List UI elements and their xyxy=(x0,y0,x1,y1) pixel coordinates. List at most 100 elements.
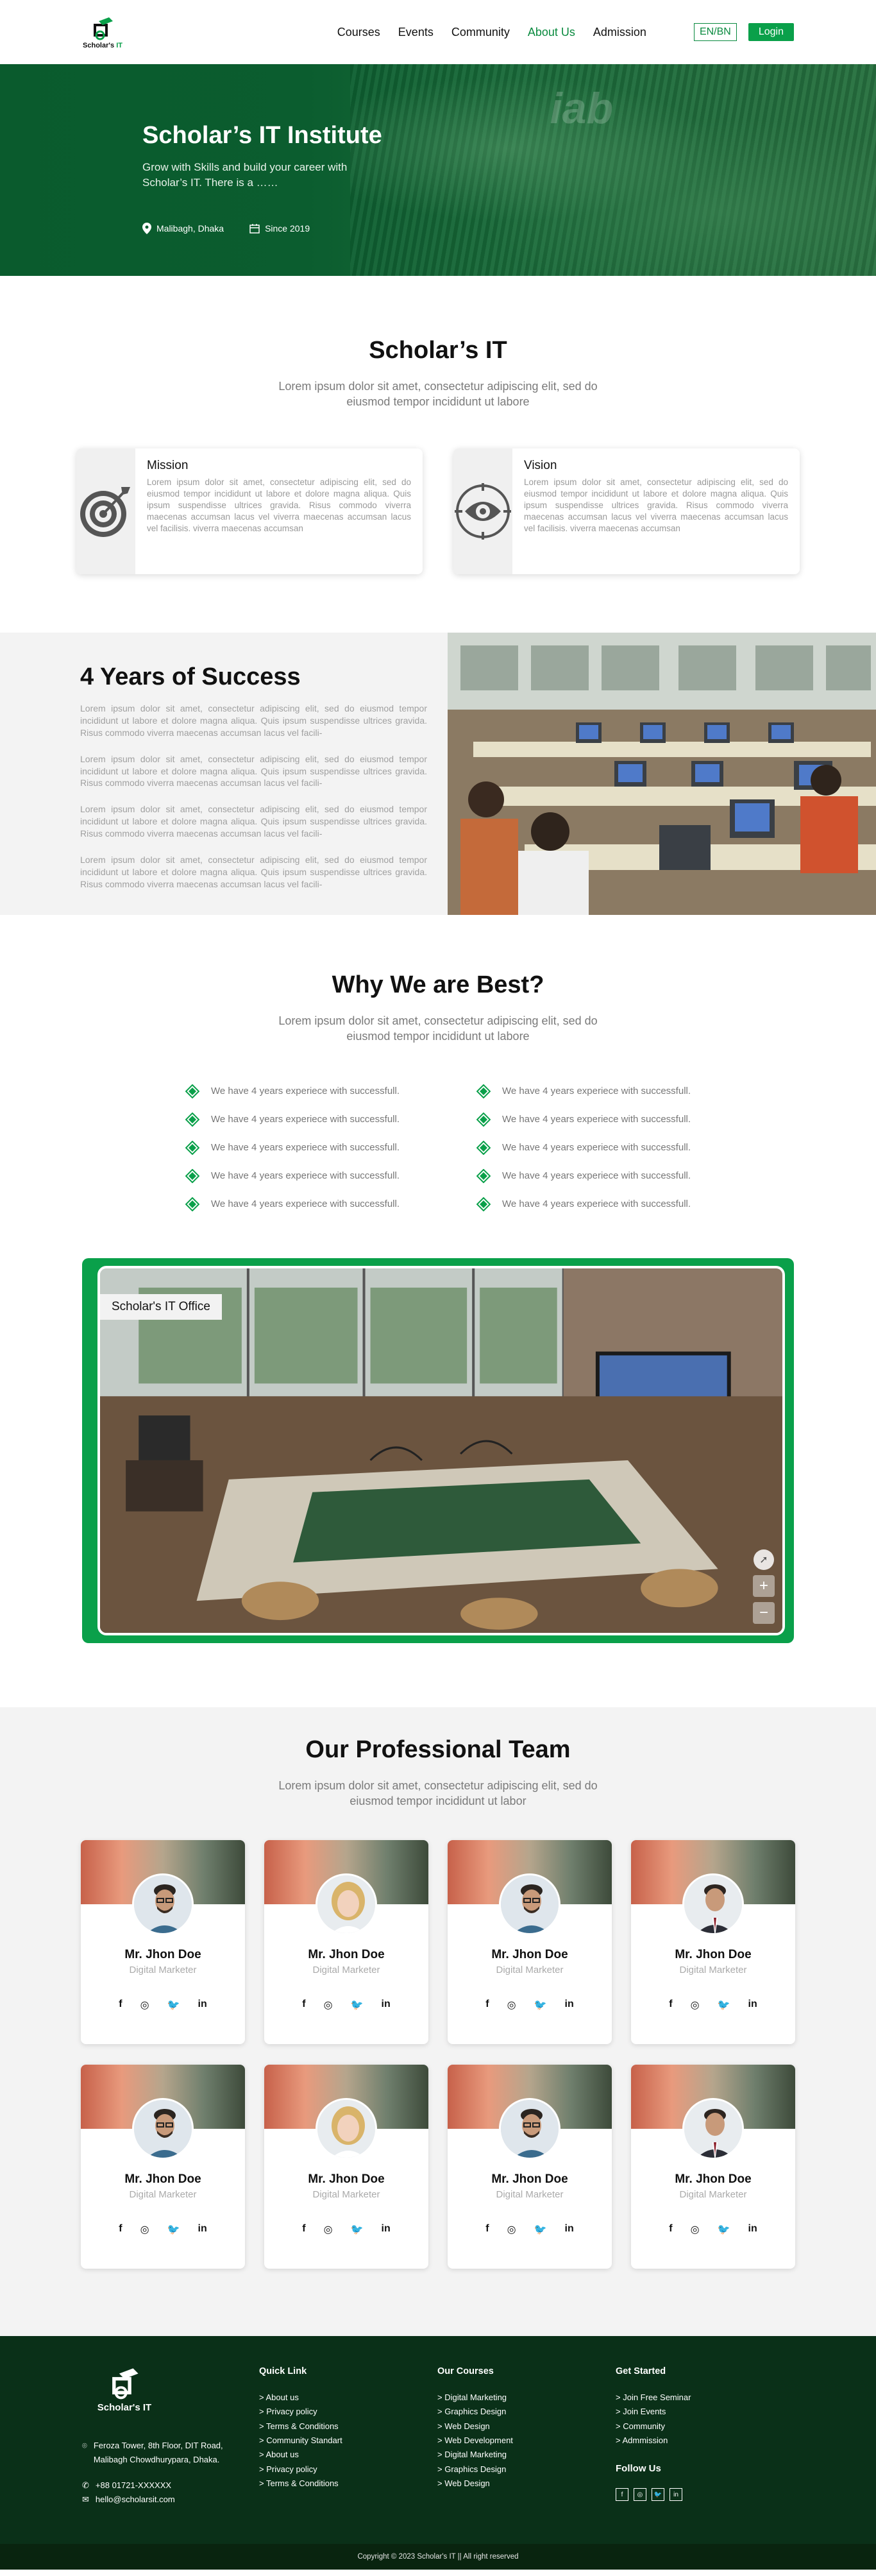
twitter-icon[interactable]: 🐦 xyxy=(534,2223,547,2236)
linkedin-icon[interactable]: in xyxy=(748,2223,757,2236)
mail-icon: ✉ xyxy=(82,2495,89,2505)
facebook-icon[interactable]: f xyxy=(616,2488,628,2502)
footer-link[interactable]: Graphics Design xyxy=(437,2405,616,2419)
instagram-icon[interactable]: ◎ xyxy=(691,1999,700,2011)
footer-link[interactable]: Digital Marketing xyxy=(437,2391,616,2405)
facebook-icon[interactable]: f xyxy=(485,1999,489,2011)
diamond-check-icon xyxy=(185,1168,199,1183)
team-member-name: Mr. Jhon Doe xyxy=(491,2172,568,2186)
linkedin-icon[interactable]: in xyxy=(565,1999,574,2011)
footer-link[interactable]: Terms & Conditions xyxy=(259,2419,437,2434)
zoom-in-button[interactable]: + xyxy=(753,1575,775,1597)
footer-link[interactable]: Web Development xyxy=(437,2434,616,2448)
list-item-text: We have 4 years experiece with successfu… xyxy=(210,1198,400,1210)
team-member-card: Mr. Jhon Doe Digital Marketer f ◎ 🐦 in xyxy=(448,2064,612,2269)
linkedin-icon[interactable]: in xyxy=(748,1999,757,2011)
footer-link[interactable]: Graphics Design xyxy=(437,2462,616,2477)
nav-link-about-us[interactable]: About Us xyxy=(528,26,575,39)
diamond-check-icon xyxy=(476,1140,491,1155)
twitter-icon[interactable]: 🐦 xyxy=(351,1999,364,2011)
language-toggle-button[interactable]: EN/BN xyxy=(693,23,737,41)
team-member-name: Mr. Jhon Doe xyxy=(675,1947,752,1961)
facebook-icon[interactable]: f xyxy=(119,2223,122,2236)
facebook-icon[interactable]: f xyxy=(302,2223,305,2236)
footer-phone[interactable]: ✆ +88 01721-XXXXXX xyxy=(82,2478,259,2493)
footer-link[interactable]: Privacy policy xyxy=(259,2405,437,2419)
linkedin-icon[interactable]: in xyxy=(198,2223,207,2236)
get-started-heading: Get Started xyxy=(616,2366,666,2376)
office-illustration xyxy=(100,1268,782,1633)
facebook-icon[interactable]: f xyxy=(669,1999,672,2011)
instagram-icon[interactable]: ◎ xyxy=(634,2488,646,2502)
facebook-icon[interactable]: f xyxy=(669,2223,672,2236)
get-started-list: Join Free SeminarJoin EventsCommunityAdm… xyxy=(616,2391,776,2448)
twitter-icon[interactable]: 🐦 xyxy=(167,1999,180,2011)
linkedin-icon[interactable]: in xyxy=(382,2223,391,2236)
linkedin-icon[interactable]: in xyxy=(565,2223,574,2236)
footer-link[interactable]: Admmission xyxy=(616,2434,776,2448)
footer-link[interactable]: Privacy policy xyxy=(259,2462,437,2477)
footer-logo[interactable]: Scholar's IT xyxy=(94,2365,155,2413)
instagram-icon[interactable]: ◎ xyxy=(507,1999,516,2011)
avatar xyxy=(132,2097,194,2160)
twitter-icon[interactable]: 🐦 xyxy=(652,2488,664,2502)
follow-us-heading: Follow Us xyxy=(616,2463,661,2475)
twitter-icon[interactable]: 🐦 xyxy=(718,2223,730,2236)
avatar xyxy=(499,1873,560,1935)
compass-icon[interactable]: ➚ xyxy=(754,1549,774,1570)
instagram-icon[interactable]: ◎ xyxy=(691,2223,700,2236)
about-subtitle: Lorem ipsum dolor sit amet, consectetur … xyxy=(278,380,598,409)
why-list-right: We have 4 years experiece with successfu… xyxy=(476,1084,691,1211)
nav-link-courses[interactable]: Courses xyxy=(337,26,380,39)
logo[interactable]: Scholar's IT xyxy=(82,15,123,49)
login-button[interactable]: Login xyxy=(748,23,794,41)
view-controls: ➚ + − xyxy=(753,1549,775,1624)
zoom-out-button[interactable]: − xyxy=(753,1602,775,1624)
footer-link[interactable]: Digital Marketing xyxy=(437,2448,616,2462)
instagram-icon[interactable]: ◎ xyxy=(507,2223,516,2236)
computer-lab-illustration xyxy=(448,633,876,915)
twitter-icon[interactable]: 🐦 xyxy=(718,1999,730,2011)
instagram-icon[interactable]: ◎ xyxy=(140,2223,149,2236)
nav-link-admission[interactable]: Admission xyxy=(593,26,646,39)
team-member-role: Digital Marketer xyxy=(496,2188,564,2200)
team-member-role: Digital Marketer xyxy=(679,1964,747,1975)
footer-link[interactable]: Community Standart xyxy=(259,2434,437,2448)
footer-email[interactable]: ✉ hello@scholarsit.com xyxy=(82,2493,259,2507)
list-item-text: We have 4 years experiece with successfu… xyxy=(502,1086,691,1097)
list-item: We have 4 years experiece with successfu… xyxy=(476,1168,691,1183)
twitter-icon[interactable]: 🐦 xyxy=(534,1999,547,2011)
team-member-card: Mr. Jhon Doe Digital Marketer f ◎ 🐦 in xyxy=(264,1839,428,2044)
success-title: 4 Years of Success xyxy=(80,663,301,690)
courses-list: Digital MarketingGraphics DesignWeb Desi… xyxy=(437,2391,616,2491)
linkedin-icon[interactable]: in xyxy=(198,1999,207,2011)
instagram-icon[interactable]: ◎ xyxy=(324,2223,333,2236)
instagram-icon[interactable]: ◎ xyxy=(324,1999,333,2011)
why-section: Why We are Best? Lorem ipsum dolor sit a… xyxy=(0,915,876,1258)
team-member-role: Digital Marketer xyxy=(312,1964,380,1975)
footer-link[interactable]: Join Events xyxy=(616,2405,776,2419)
linkedin-icon[interactable]: in xyxy=(670,2488,682,2502)
footer-link[interactable]: Community xyxy=(616,2419,776,2434)
nav-link-events[interactable]: Events xyxy=(398,26,434,39)
hero-location-text: Malibagh, Dhaka xyxy=(156,223,224,234)
footer-link[interactable]: Terms & Conditions xyxy=(259,2477,437,2491)
twitter-icon[interactable]: 🐦 xyxy=(167,2223,180,2236)
office-360-view[interactable]: Scholar's IT Office ➚ + − xyxy=(97,1266,785,1635)
phone-icon: ✆ xyxy=(82,2480,89,2491)
facebook-icon[interactable]: f xyxy=(302,1999,305,2011)
facebook-icon[interactable]: f xyxy=(485,2223,489,2236)
footer-link[interactable]: Join Free Seminar xyxy=(616,2391,776,2405)
team-member-name: Mr. Jhon Doe xyxy=(675,2172,752,2186)
linkedin-icon[interactable]: in xyxy=(382,1999,391,2011)
why-title: Why We are Best? xyxy=(332,971,544,998)
team-member-role: Digital Marketer xyxy=(129,1964,197,1975)
footer-link[interactable]: Web Design xyxy=(437,2419,616,2434)
facebook-icon[interactable]: f xyxy=(119,1999,122,2011)
footer-link[interactable]: Web Design xyxy=(437,2477,616,2491)
footer-link[interactable]: About us xyxy=(259,2448,437,2462)
instagram-icon[interactable]: ◎ xyxy=(140,1999,149,2011)
nav-link-community[interactable]: Community xyxy=(451,26,510,39)
twitter-icon[interactable]: 🐦 xyxy=(351,2223,364,2236)
footer-link[interactable]: About us xyxy=(259,2391,437,2405)
